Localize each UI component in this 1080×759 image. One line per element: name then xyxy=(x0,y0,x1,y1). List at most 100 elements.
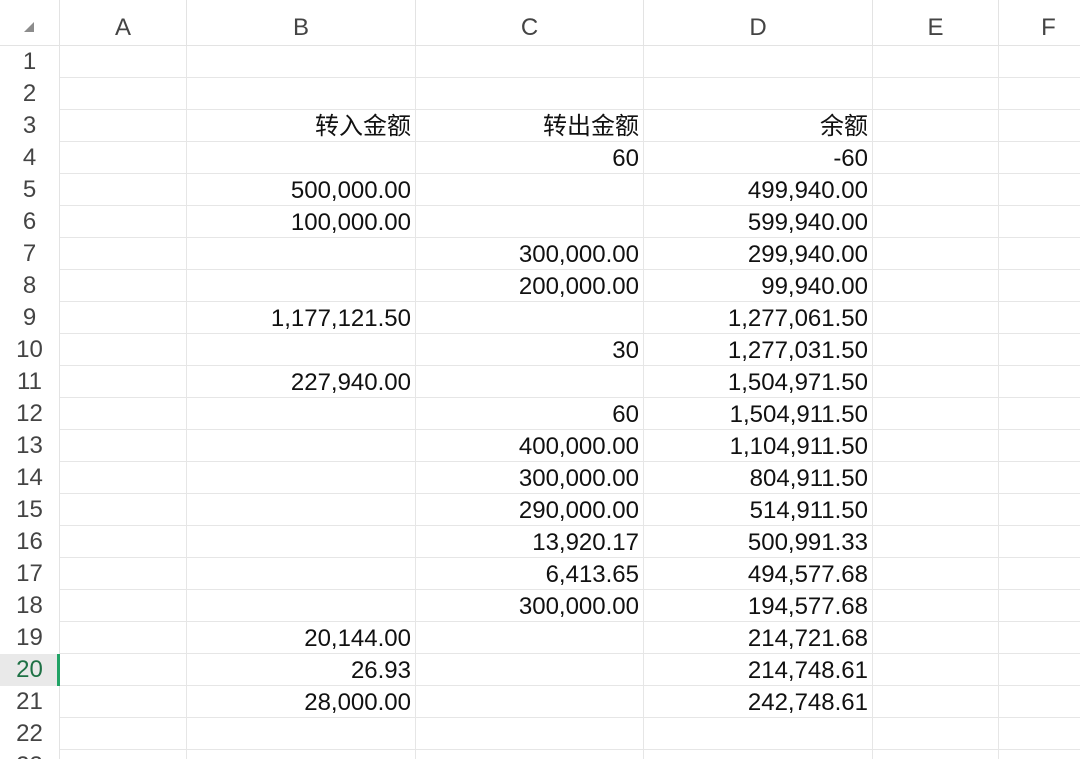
cell-B3[interactable]: 转入金额 xyxy=(187,110,416,142)
cell-E1[interactable] xyxy=(873,46,999,78)
cell-F4[interactable] xyxy=(999,142,1080,174)
cell-B22[interactable] xyxy=(187,718,416,750)
cell-C23[interactable] xyxy=(416,750,644,759)
cell-F6[interactable] xyxy=(999,206,1080,238)
cell-E14[interactable] xyxy=(873,462,999,494)
column-header-a[interactable]: A xyxy=(60,0,187,46)
cell-A19[interactable] xyxy=(60,622,187,654)
column-header-c[interactable]: C xyxy=(416,0,644,46)
cell-C17[interactable]: 6,413.65 xyxy=(416,558,644,590)
cell-A6[interactable] xyxy=(60,206,187,238)
cell-A16[interactable] xyxy=(60,526,187,558)
cell-E16[interactable] xyxy=(873,526,999,558)
cell-D4[interactable]: -60 xyxy=(644,142,873,174)
cell-E5[interactable] xyxy=(873,174,999,206)
cell-A8[interactable] xyxy=(60,270,187,302)
cell-B10[interactable] xyxy=(187,334,416,366)
cell-F1[interactable] xyxy=(999,46,1080,78)
cell-C12[interactable]: 60 xyxy=(416,398,644,430)
cell-E22[interactable] xyxy=(873,718,999,750)
row-header[interactable]: 6 xyxy=(0,206,60,238)
cell-B2[interactable] xyxy=(187,78,416,110)
cell-A9[interactable] xyxy=(60,302,187,334)
cell-F13[interactable] xyxy=(999,430,1080,462)
cell-D12[interactable]: 1,504,911.50 xyxy=(644,398,873,430)
cell-A10[interactable] xyxy=(60,334,187,366)
cell-C14[interactable]: 300,000.00 xyxy=(416,462,644,494)
cell-A12[interactable] xyxy=(60,398,187,430)
row-header[interactable]: 13 xyxy=(0,430,60,462)
cell-D16[interactable]: 500,991.33 xyxy=(644,526,873,558)
cell-B1[interactable] xyxy=(187,46,416,78)
cell-D23[interactable] xyxy=(644,750,873,759)
cell-C20[interactable] xyxy=(416,654,644,686)
cell-D15[interactable]: 514,911.50 xyxy=(644,494,873,526)
cell-F21[interactable] xyxy=(999,686,1080,718)
cell-D10[interactable]: 1,277,031.50 xyxy=(644,334,873,366)
cell-A23[interactable] xyxy=(60,750,187,759)
row-header[interactable]: 11 xyxy=(0,366,60,398)
cell-D1[interactable] xyxy=(644,46,873,78)
cell-F9[interactable] xyxy=(999,302,1080,334)
row-header[interactable]: 15 xyxy=(0,494,60,526)
cell-B18[interactable] xyxy=(187,590,416,622)
row-header[interactable]: 7 xyxy=(0,238,60,270)
cell-F5[interactable] xyxy=(999,174,1080,206)
cell-A11[interactable] xyxy=(60,366,187,398)
cell-B16[interactable] xyxy=(187,526,416,558)
cell-E23[interactable] xyxy=(873,750,999,759)
cell-D19[interactable]: 214,721.68 xyxy=(644,622,873,654)
cell-B20[interactable]: 26.93 xyxy=(187,654,416,686)
cell-A5[interactable] xyxy=(60,174,187,206)
column-header-d[interactable]: D xyxy=(644,0,873,46)
cell-D2[interactable] xyxy=(644,78,873,110)
cell-D3[interactable]: 余额 xyxy=(644,110,873,142)
cell-C21[interactable] xyxy=(416,686,644,718)
cell-E20[interactable] xyxy=(873,654,999,686)
cell-E13[interactable] xyxy=(873,430,999,462)
cell-F2[interactable] xyxy=(999,78,1080,110)
column-header-e[interactable]: E xyxy=(873,0,999,46)
cell-C3[interactable]: 转出金额 xyxy=(416,110,644,142)
cell-B13[interactable] xyxy=(187,430,416,462)
row-header[interactable]: 17 xyxy=(0,558,60,590)
cell-C4[interactable]: 60 xyxy=(416,142,644,174)
cell-A2[interactable] xyxy=(60,78,187,110)
cell-A22[interactable] xyxy=(60,718,187,750)
cell-F17[interactable] xyxy=(999,558,1080,590)
cell-D5[interactable]: 499,940.00 xyxy=(644,174,873,206)
cell-E6[interactable] xyxy=(873,206,999,238)
row-header[interactable]: 19 xyxy=(0,622,60,654)
cell-F14[interactable] xyxy=(999,462,1080,494)
cell-C15[interactable]: 290,000.00 xyxy=(416,494,644,526)
cell-A13[interactable] xyxy=(60,430,187,462)
cell-D22[interactable] xyxy=(644,718,873,750)
cell-B14[interactable] xyxy=(187,462,416,494)
cell-C10[interactable]: 30 xyxy=(416,334,644,366)
row-header[interactable]: 8 xyxy=(0,270,60,302)
cell-B4[interactable] xyxy=(187,142,416,174)
row-header[interactable]: 14 xyxy=(0,462,60,494)
cell-A3[interactable] xyxy=(60,110,187,142)
cell-F8[interactable] xyxy=(999,270,1080,302)
cell-D14[interactable]: 804,911.50 xyxy=(644,462,873,494)
cell-A21[interactable] xyxy=(60,686,187,718)
cell-F16[interactable] xyxy=(999,526,1080,558)
cell-E8[interactable] xyxy=(873,270,999,302)
cell-C6[interactable] xyxy=(416,206,644,238)
cell-E18[interactable] xyxy=(873,590,999,622)
cell-B23[interactable] xyxy=(187,750,416,759)
cell-D8[interactable]: 99,940.00 xyxy=(644,270,873,302)
cell-F11[interactable] xyxy=(999,366,1080,398)
cell-A7[interactable] xyxy=(60,238,187,270)
row-header[interactable]: 3 xyxy=(0,110,60,142)
cell-C16[interactable]: 13,920.17 xyxy=(416,526,644,558)
cell-A15[interactable] xyxy=(60,494,187,526)
cell-F22[interactable] xyxy=(999,718,1080,750)
cell-F10[interactable] xyxy=(999,334,1080,366)
cell-D9[interactable]: 1,277,061.50 xyxy=(644,302,873,334)
column-header-f[interactable]: F xyxy=(999,0,1080,46)
cell-E17[interactable] xyxy=(873,558,999,590)
row-header[interactable]: 2 xyxy=(0,78,60,110)
cell-A17[interactable] xyxy=(60,558,187,590)
